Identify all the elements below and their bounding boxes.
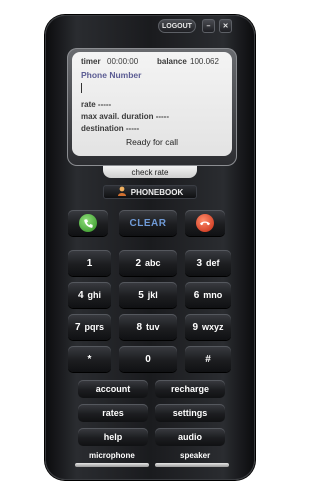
key-digit: 7	[74, 321, 81, 333]
settings-button[interactable]: settings	[155, 404, 225, 422]
key-letters: wxyz	[202, 322, 224, 332]
microphone-label: microphone	[89, 451, 135, 460]
key-letters: ghi	[87, 290, 102, 300]
audio-button[interactable]: audio	[155, 428, 225, 446]
key-hash[interactable]: #	[185, 346, 231, 372]
account-button[interactable]: account	[78, 380, 148, 398]
key-9[interactable]: 9 wxyz	[185, 314, 231, 340]
key-8[interactable]: 8 tuv	[119, 314, 177, 340]
key-1[interactable]: 1	[68, 250, 111, 276]
phonebook-button[interactable]: PHONEBOOK	[103, 185, 197, 199]
balance-value: 100.062	[190, 57, 219, 66]
key-digit: 2	[135, 257, 142, 269]
rates-button[interactable]: rates	[78, 404, 148, 422]
close-button[interactable]: ✕	[219, 19, 232, 33]
speaker-slider[interactable]	[155, 463, 229, 467]
key-7[interactable]: 7 pqrs	[68, 314, 111, 340]
key-digit: 4	[77, 289, 84, 301]
check-rate-button[interactable]: check rate	[103, 166, 197, 178]
display-frame: timer 00:00:00 balance 100.062 Phone Num…	[67, 48, 237, 166]
key-0[interactable]: 0	[119, 346, 177, 372]
key-digit: *	[87, 353, 92, 365]
timer-value: 00:00:00	[107, 57, 139, 66]
softphone-window: LOGOUT – ✕ timer 00:00:00 balance 100.06…	[45, 15, 255, 480]
display-screen: timer 00:00:00 balance 100.062 Phone Num…	[72, 52, 232, 156]
key-letters: abc	[145, 258, 161, 268]
key-letters: tuv	[146, 322, 160, 332]
phone-number-label: Phone Number	[81, 70, 142, 80]
key-letters: def	[206, 258, 220, 268]
call-button[interactable]	[68, 210, 108, 236]
phonebook-label: PHONEBOOK	[130, 187, 184, 197]
logout-button[interactable]: LOGOUT	[158, 19, 196, 33]
max-duration-label: max avail. duration -----	[81, 112, 170, 121]
phone-number-input[interactable]	[81, 83, 82, 93]
key-digit: 0	[145, 353, 151, 365]
status-text: Ready for call	[126, 137, 178, 147]
phone-hangup-icon	[196, 214, 214, 232]
hangup-button[interactable]	[185, 210, 225, 236]
key-letters: jkl	[147, 290, 158, 300]
phone-call-icon	[79, 214, 97, 232]
help-button[interactable]: help	[78, 428, 148, 446]
key-digit: 8	[136, 321, 143, 333]
key-digit: 9	[192, 321, 199, 333]
key-2[interactable]: 2 abc	[119, 250, 177, 276]
person-icon	[117, 186, 127, 198]
clear-button[interactable]: CLEAR	[119, 210, 177, 236]
key-6[interactable]: 6 mno	[185, 282, 231, 308]
microphone-slider[interactable]	[75, 463, 149, 467]
key-3[interactable]: 3 def	[185, 250, 231, 276]
recharge-button[interactable]: recharge	[155, 380, 225, 398]
minimize-button[interactable]: –	[202, 19, 215, 33]
key-digit: 1	[86, 257, 93, 269]
key-4[interactable]: 4 ghi	[68, 282, 111, 308]
rate-label: rate -----	[81, 100, 112, 109]
key-digit: 3	[196, 257, 203, 269]
speaker-label: speaker	[180, 451, 211, 460]
key-digit: 5	[138, 289, 144, 301]
key-star[interactable]: *	[68, 346, 111, 372]
balance-label: balance	[157, 57, 187, 66]
key-digit: 6	[193, 289, 200, 301]
timer-label: timer	[81, 57, 101, 66]
key-letters: mno	[203, 290, 223, 300]
destination-label: destination -----	[81, 124, 140, 133]
key-letters: pqrs	[84, 322, 105, 332]
key-digit: #	[205, 353, 211, 365]
key-5[interactable]: 5 jkl	[119, 282, 177, 308]
